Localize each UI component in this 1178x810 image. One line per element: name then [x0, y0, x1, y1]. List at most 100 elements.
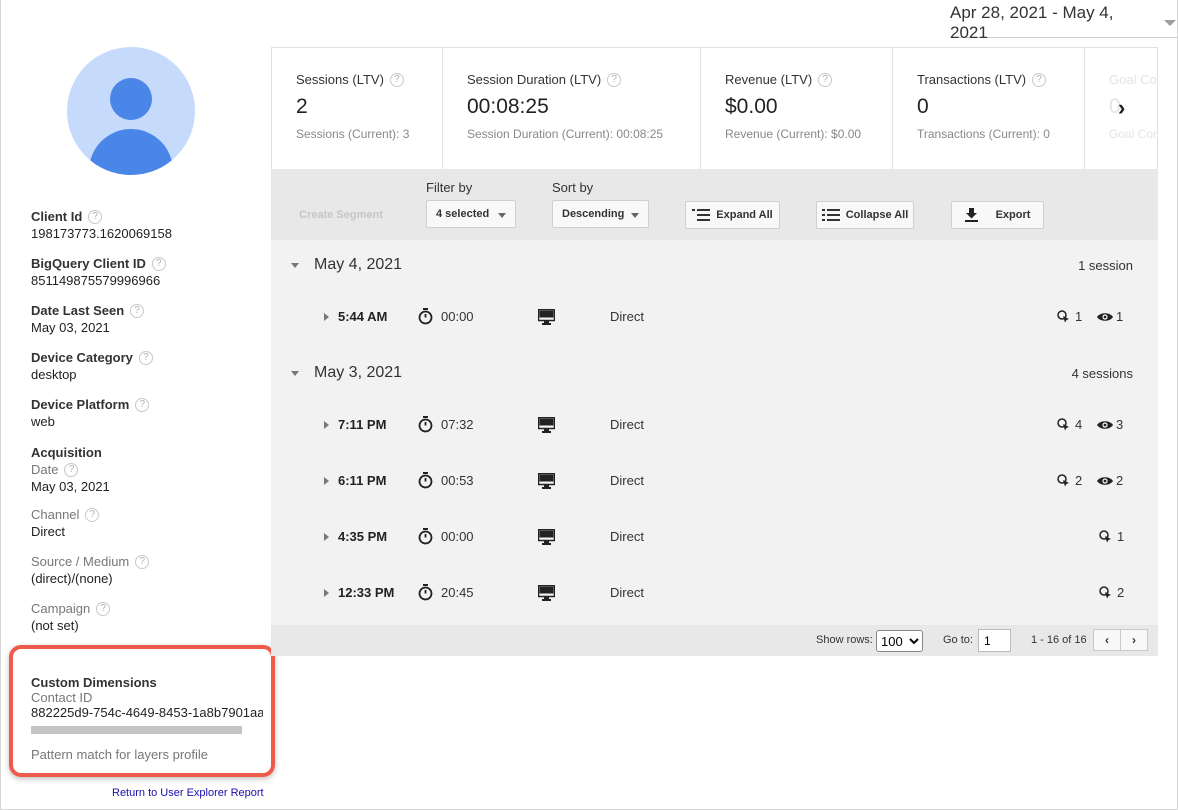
group-date: May 4, 2021	[314, 256, 403, 273]
session-duration: 20:45	[441, 585, 474, 600]
session-views: 3	[1097, 417, 1123, 432]
field-value: desktop	[31, 367, 77, 382]
chevron-left-icon: ‹	[1105, 633, 1109, 647]
expand-caret-icon[interactable]	[324, 533, 329, 541]
return-to-user-explorer-link[interactable]: Return to User Explorer Report	[112, 787, 264, 799]
help-icon[interactable]: ?	[138, 350, 153, 365]
expand-caret-icon[interactable]	[324, 421, 329, 429]
session-channel: Direct	[610, 417, 644, 432]
stopwatch-icon	[418, 308, 433, 325]
expand-caret-icon[interactable]	[324, 313, 329, 321]
session-row[interactable]: 7:11 PM 07:32 Direct 4 3	[271, 411, 1158, 441]
session-row[interactable]: 4:35 PM 00:00 Direct 1	[271, 523, 1158, 553]
horizontal-scrollbar[interactable]	[31, 726, 242, 734]
help-icon[interactable]: ?	[130, 303, 145, 318]
export-button[interactable]: Export	[951, 201, 1044, 229]
help-icon[interactable]: ?	[389, 72, 404, 87]
date-range-text: Apr 28, 2021 - May 4, 2021	[950, 2, 1114, 42]
expand-caret-icon[interactable]	[324, 589, 329, 597]
session-row[interactable]: 6:11 PM 00:53 Direct 2 2	[271, 467, 1158, 497]
expand-caret-icon[interactable]	[324, 477, 329, 485]
expand-all-button[interactable]: Expand All	[685, 201, 780, 229]
hit-cursor-icon	[1057, 310, 1069, 323]
group-session-count: 1 session	[1078, 258, 1133, 273]
session-time: 7:11 PM	[338, 417, 387, 432]
filter-by-select[interactable]: 4 selected	[426, 200, 516, 228]
session-channel: Direct	[610, 309, 644, 324]
session-time: 6:11 PM	[338, 473, 387, 488]
acquisition-section: Acquisition Date? May 03, 2021	[31, 444, 110, 495]
date-group-header[interactable]: May 4, 2021 1 session	[271, 252, 1158, 282]
metric-label: Sessions (LTV)	[296, 72, 384, 87]
collapse-caret-icon[interactable]	[291, 263, 299, 268]
help-icon[interactable]: ?	[151, 256, 166, 271]
goto-page-input[interactable]	[978, 629, 1011, 652]
hits-count: 2	[1075, 473, 1083, 488]
help-icon[interactable]: ?	[1032, 72, 1047, 87]
acquisition-date-label: Date	[31, 462, 59, 477]
next-page-button[interactable]: ›	[1120, 629, 1148, 651]
date-group-header[interactable]: May 3, 2021 4 sessions	[271, 360, 1158, 390]
desktop-icon	[538, 585, 555, 601]
metric-label: Goal Conversions (LTV)	[1109, 72, 1157, 87]
contact-id-label: Contact ID	[31, 690, 93, 705]
custom-dimensions-title: Custom Dimensions	[31, 675, 157, 690]
session-row[interactable]: 12:33 PM 20:45 Direct 2	[271, 579, 1158, 609]
help-icon[interactable]: ?	[96, 601, 111, 616]
views-count: 3	[1116, 417, 1124, 432]
acquisition-campaign: Campaign? (not set)	[31, 600, 111, 634]
session-duration: 00:00	[441, 529, 474, 544]
chevron-down-icon	[631, 213, 639, 218]
metric-sub: Revenue (Current): $0.00	[725, 127, 862, 141]
metric-sub: Transactions (Current): 0	[917, 127, 1050, 141]
collapse-all-button[interactable]: Collapse All	[816, 201, 914, 229]
create-segment-button[interactable]: Create Segment	[289, 201, 393, 229]
session-hits: 2	[1099, 585, 1124, 600]
chevron-right-icon: ›	[1132, 633, 1136, 647]
field-label: Date Last Seen	[31, 303, 125, 318]
help-icon[interactable]: ?	[135, 397, 150, 412]
acquisition-source-medium: Source / Medium? (direct)/(none)	[31, 553, 150, 587]
date-range-picker[interactable]: Apr 28, 2021 - May 4, 2021	[950, 3, 1178, 42]
help-icon[interactable]: ?	[64, 462, 79, 477]
metric-label: Transactions (LTV)	[917, 72, 1027, 87]
field-value: web	[31, 414, 55, 429]
metric-label: Revenue (LTV)	[725, 72, 813, 87]
help-icon[interactable]: ?	[818, 72, 833, 87]
source-medium-label: Source / Medium	[31, 554, 130, 569]
hits-count: 2	[1117, 585, 1125, 600]
metric-sub: Session Duration (Current): 00:08:25	[467, 127, 664, 141]
sort-by-select[interactable]: Descending	[552, 200, 649, 228]
help-icon[interactable]: ?	[135, 554, 150, 569]
session-channel: Direct	[610, 529, 644, 544]
acquisition-channel: Channel? Direct	[31, 506, 100, 540]
field-device-category: Device Category? desktop	[31, 349, 153, 383]
session-hits: 1	[1057, 309, 1082, 324]
collapse-caret-icon[interactable]	[291, 371, 299, 376]
avatar-head	[110, 78, 152, 120]
previous-page-button[interactable]: ‹	[1093, 629, 1121, 651]
session-time: 5:44 AM	[338, 309, 388, 324]
campaign-value: (not set)	[31, 618, 79, 633]
metric-label: Session Duration (LTV)	[467, 72, 602, 87]
field-label: Device Platform	[31, 397, 130, 412]
session-row[interactable]: 5:44 AM 00:00 Direct 1 1	[271, 303, 1158, 333]
desktop-icon	[538, 529, 555, 545]
help-icon[interactable]: ?	[88, 209, 103, 224]
custom-dimensions-note: Pattern match for layers profile	[31, 747, 209, 762]
custom-dimensions-section: Custom Dimensions Contact ID 882225d9-75…	[31, 675, 263, 762]
metric-session-duration: Session Duration (LTV)? 00:08:25 Session…	[443, 48, 701, 169]
eye-icon	[1097, 476, 1113, 485]
stopwatch-icon	[418, 528, 433, 545]
help-icon[interactable]: ?	[85, 507, 100, 522]
metric-value: 0	[917, 95, 929, 118]
session-views: 2	[1097, 473, 1123, 488]
session-channel: Direct	[610, 473, 644, 488]
show-rows-select[interactable]: 100	[876, 630, 923, 652]
session-time: 4:35 PM	[338, 529, 388, 544]
field-value: 198173773.1620069158	[31, 226, 172, 241]
chevron-right-icon[interactable]: ›	[1118, 95, 1125, 121]
session-views: 1	[1097, 309, 1123, 324]
help-icon[interactable]: ?	[607, 72, 622, 87]
eye-icon	[1097, 312, 1113, 321]
